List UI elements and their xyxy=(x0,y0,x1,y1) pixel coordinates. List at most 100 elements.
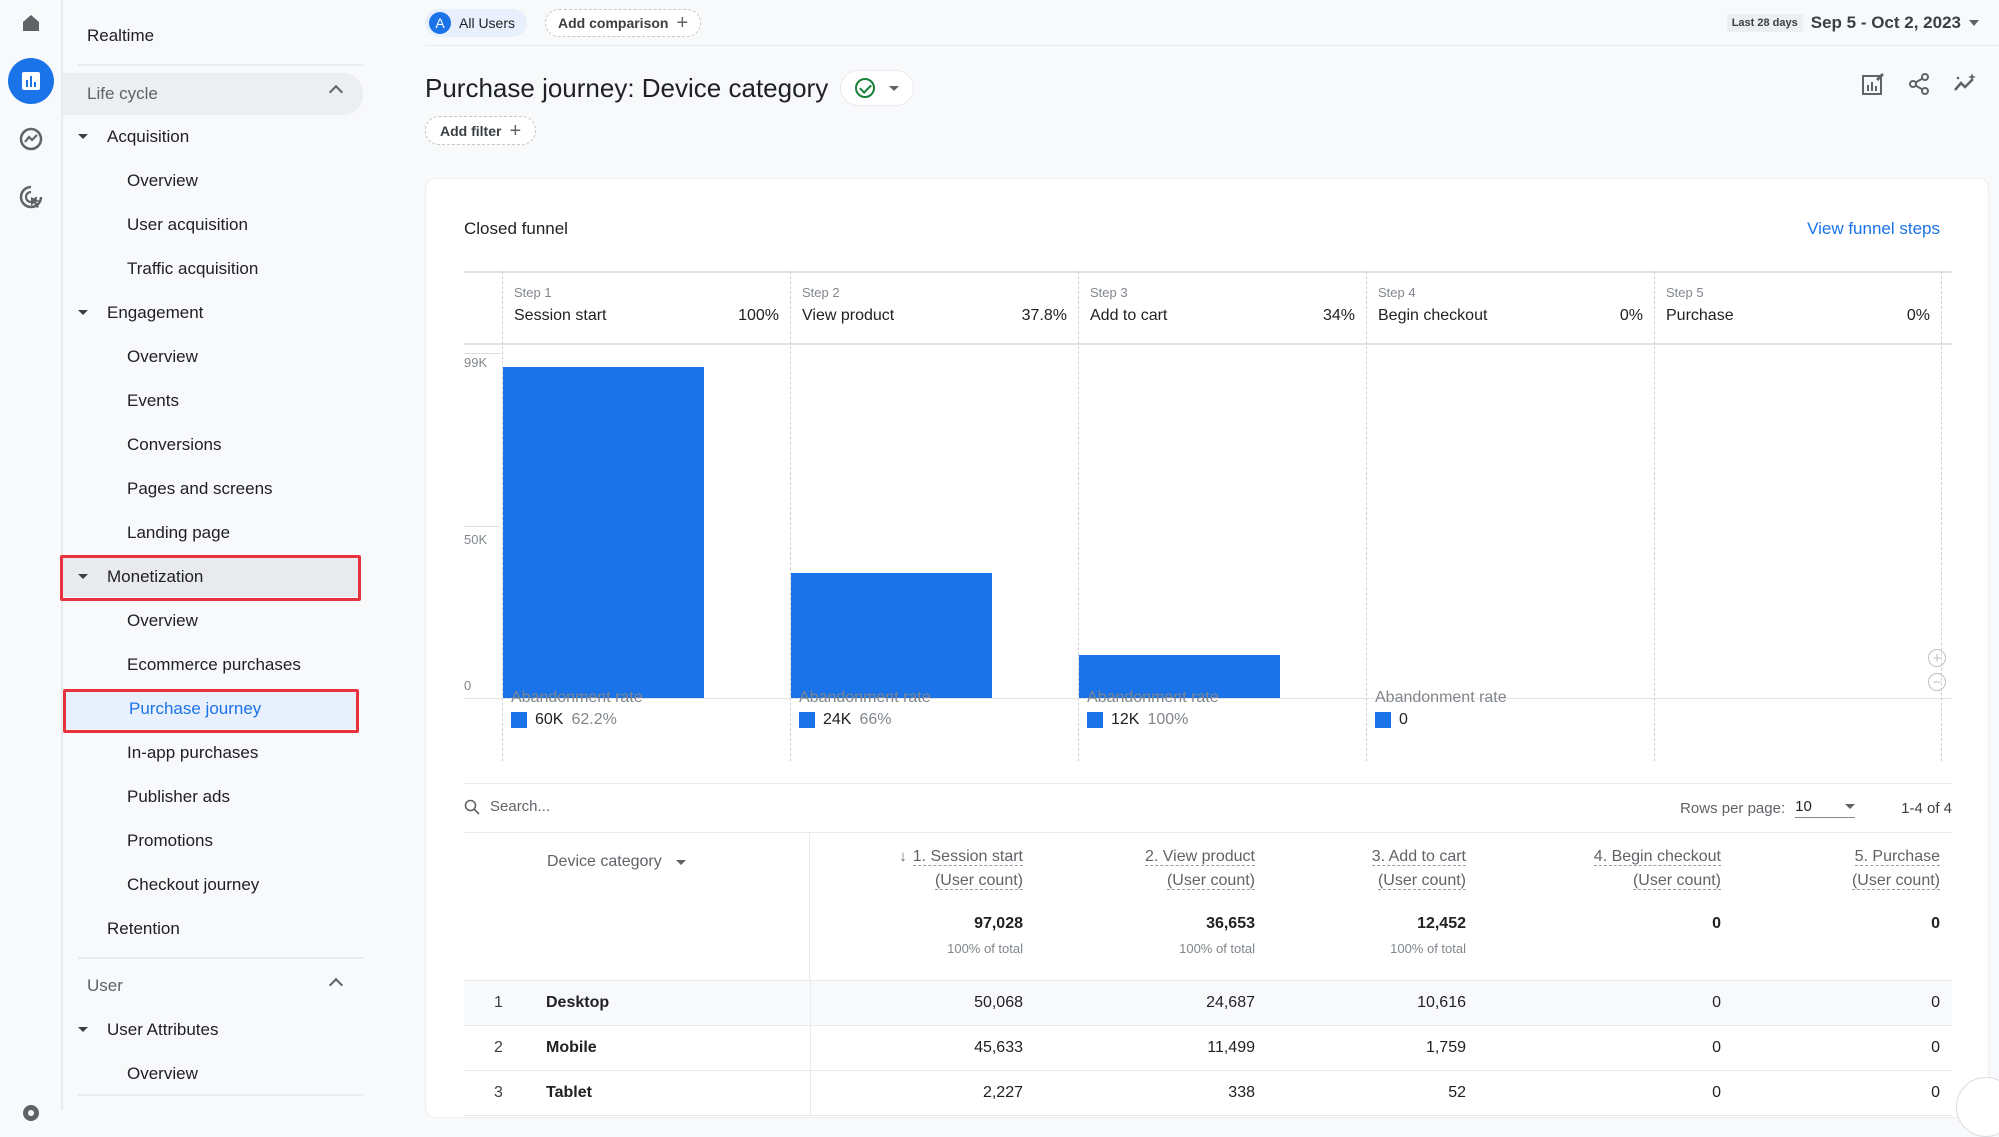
sidebar-item-acquisition-overview[interactable]: Overview xyxy=(63,161,363,201)
sidebar-item-events[interactable]: Events xyxy=(63,381,363,421)
floating-action-button[interactable] xyxy=(1956,1077,1999,1137)
add-filter-button[interactable]: Add filter + xyxy=(425,116,537,145)
cell-value: 52 xyxy=(1448,1084,1466,1101)
step-percent: 0% xyxy=(1906,307,1930,324)
column-title: 4. Begin checkout xyxy=(1593,848,1721,866)
dimension-selector[interactable]: Device category xyxy=(547,853,686,871)
column-total: 97,028 xyxy=(974,915,1023,932)
sidebar-item-user-attributes[interactable]: User Attributes xyxy=(63,1010,363,1050)
segment-avatar: A xyxy=(429,12,451,34)
sidebar-item-acquisition[interactable]: Acquisition xyxy=(63,117,363,157)
divider xyxy=(78,64,363,66)
table-row[interactable]: 2 Mobile 45,633 11,499 1,759 0 0 xyxy=(464,1026,1952,1071)
column-subtitle: (User count) xyxy=(1377,872,1466,890)
funnel-bar[interactable] xyxy=(791,572,992,698)
date-range-text: Sep 5 - Oct 2, 2023 xyxy=(1810,13,1961,32)
view-funnel-steps-link[interactable]: View funnel steps xyxy=(1807,219,1940,239)
metric-column-header[interactable]: 3. Add to cart (User count) 12,452 100% of … xyxy=(1371,833,1466,956)
abandonment-percent: 66% xyxy=(859,711,892,728)
y-tick-label: 99K xyxy=(464,355,488,370)
step-percent: 34% xyxy=(1322,307,1355,324)
funnel-step-5[interactable]: Step 5 Purchase 0% xyxy=(1654,271,1942,761)
funnel-bar[interactable] xyxy=(503,366,704,698)
sidebar-item-monetization-overview[interactable]: Overview xyxy=(63,601,363,641)
divider xyxy=(78,957,363,959)
chevron-up-icon xyxy=(328,977,344,993)
divider xyxy=(78,1094,363,1096)
share-icon[interactable] xyxy=(1905,70,1933,98)
step-percent: 100% xyxy=(738,307,779,324)
sidebar-item-ecommerce-purchases[interactable]: Ecommerce purchases xyxy=(63,645,363,685)
metric-column-header[interactable]: 4. Begin checkout (User count) 0 xyxy=(1593,833,1721,941)
advertising-icon[interactable] xyxy=(8,174,54,220)
column-divider xyxy=(810,1071,811,1115)
sidebar-item-promotions[interactable]: Promotions xyxy=(63,821,363,861)
column-total: 12,452 xyxy=(1417,915,1466,932)
sidebar-item-pages-and-screens[interactable]: Pages and screens xyxy=(63,469,363,509)
column-total: 0 xyxy=(1712,915,1721,932)
add-comparison-button[interactable]: Add comparison + xyxy=(545,9,702,37)
metric-column-header[interactable]: ↓ 1. Session start (User count) 97,028 100% … xyxy=(899,833,1023,956)
pagination-range: 1-4 of 4 xyxy=(1901,799,1952,817)
settings-icon[interactable] xyxy=(8,1090,54,1136)
date-range-picker[interactable]: Last 28 days Sep 5 - Oct 2, 2023 xyxy=(1726,13,1979,33)
cell-value: 0 xyxy=(1931,1039,1940,1056)
abandonment-value: 12K 100% xyxy=(1087,711,1188,729)
highlight-box-monetization xyxy=(60,555,361,601)
sidebar-section-user[interactable]: User xyxy=(63,966,363,1006)
sidebar-item-realtime[interactable]: Realtime xyxy=(63,16,363,56)
column-title: 2. View product xyxy=(1145,848,1255,866)
abandonment-count: 0 xyxy=(1399,711,1408,728)
sidebar-item-engagement-overview[interactable]: Overview xyxy=(63,337,363,377)
abandonment-label: Abandonment rate xyxy=(1087,689,1219,706)
sidebar-item-user-acquisition[interactable]: User acquisition xyxy=(63,205,363,245)
caret-down-icon xyxy=(1845,804,1856,809)
cell-value: 1,759 xyxy=(1425,1039,1466,1056)
column-total: 0 xyxy=(1931,915,1940,932)
legend-swatch xyxy=(799,712,815,728)
column-subtitle: (User count) xyxy=(1851,872,1940,890)
sidebar-item-traffic-acquisition[interactable]: Traffic acquisition xyxy=(63,249,363,289)
cell-value: 11,499 xyxy=(1207,1039,1255,1056)
sidebar-item-retention[interactable]: Retention xyxy=(63,909,363,949)
customize-report-icon[interactable] xyxy=(1859,70,1887,98)
step-number: Step 5 xyxy=(1666,285,1704,300)
table-row[interactable]: 1 Desktop 50,068 24,687 10,616 0 0 xyxy=(464,981,1952,1026)
sidebar-item-conversions[interactable]: Conversions xyxy=(63,425,363,465)
table-search[interactable]: Search... xyxy=(464,798,550,815)
home-icon[interactable] xyxy=(8,0,54,46)
funnel-step-1[interactable]: Step 1 Session start 100% Abandonment rate 6… xyxy=(502,271,790,761)
sidebar-item-engagement[interactable]: Engagement xyxy=(63,293,363,333)
sidebar-item-landing-page[interactable]: Landing page xyxy=(63,513,363,553)
funnel-step-3[interactable]: Step 3 Add to cart 34% Abandonment rate 12K 1… xyxy=(1078,271,1366,761)
rows-per-page-select[interactable]: 10 xyxy=(1795,798,1856,818)
zoom-in-icon[interactable]: + xyxy=(1928,649,1946,667)
funnel-card: Closed funnel View funnel steps 99K 50K … xyxy=(425,178,1999,1137)
sidebar-item-in-app-purchases[interactable]: In-app purchases xyxy=(63,733,363,773)
funnel-step-4[interactable]: Step 4 Begin checkout 0% Abandonment rate 0 xyxy=(1366,271,1654,761)
column-subtitle: (User count) xyxy=(1632,872,1721,890)
abandonment-percent: 100% xyxy=(1147,711,1189,728)
caret-down-icon xyxy=(78,1027,88,1032)
segment-chip-all-users[interactable]: A All Users xyxy=(425,9,528,37)
reports-icon[interactable] xyxy=(8,58,54,104)
abandonment-value: 60K 62.2% xyxy=(511,711,617,729)
sort-arrow-icon[interactable]: ↓ xyxy=(899,848,907,865)
table-row[interactable]: 3 Tablet 2,227 338 52 0 0 xyxy=(464,1071,1952,1116)
sidebar-section-lifecycle[interactable]: Life cycle xyxy=(63,73,363,115)
funnel-step-2[interactable]: Step 2 View product 37.8% Abandonment rate 2… xyxy=(790,271,1078,761)
search-input[interactable]: Search... xyxy=(490,798,550,815)
abandonment-percent: 62.2% xyxy=(571,711,617,728)
sidebar-item-user-attributes-overview[interactable]: Overview xyxy=(63,1054,363,1094)
y-tick-label: 50K xyxy=(464,532,488,547)
explore-icon[interactable] xyxy=(8,116,54,162)
caret-down-icon xyxy=(1969,20,1979,26)
report-status-dropdown[interactable] xyxy=(840,70,915,106)
metric-column-header[interactable]: 5. Purchase (User count) 0 xyxy=(1851,833,1940,941)
zoom-out-icon[interactable]: − xyxy=(1928,673,1946,691)
sidebar-item-checkout-journey[interactable]: Checkout journey xyxy=(63,865,363,905)
metric-column-header[interactable]: 2. View product (User count) 36,653 100% of… xyxy=(1145,833,1255,956)
insights-icon[interactable] xyxy=(1951,70,1979,98)
sidebar-item-publisher-ads[interactable]: Publisher ads xyxy=(63,777,363,817)
page-title: Purchase journey: Device category xyxy=(425,72,829,103)
